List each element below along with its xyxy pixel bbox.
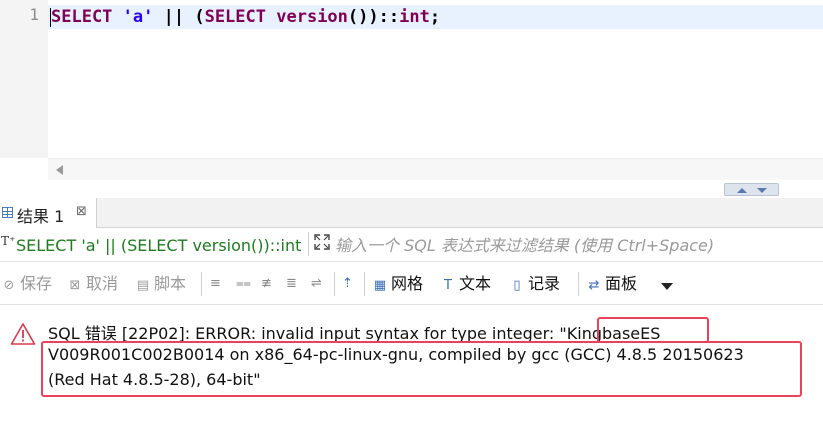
panels-button-label: 面板 [605,274,638,293]
tab-result-1-label: 结果 1 [17,207,65,226]
duplicate-row-icon[interactable]: ≣ [286,276,297,291]
expand-filter-icon[interactable] [314,234,330,250]
highlight-box-kingbase [597,317,709,343]
tab-result-1[interactable]: 结果 1 ⊠ [0,198,97,228]
maximize-restore-panel-handle[interactable] [724,183,779,196]
edit-row-icon[interactable]: ⇌ [311,276,322,291]
grid-view-button[interactable]: ▦ 网格 [373,273,423,295]
highlight-box-version [41,341,802,397]
cancel-button[interactable]: ⊠ 取消 [68,273,118,295]
line-number: 1 [29,5,39,24]
tab-close-icon[interactable]: ⊠ [76,204,87,219]
save-button-label: 保存 [20,274,53,293]
panel-icon: ⇄ [588,278,600,293]
filter-bar: T⁺ SELECT 'a' || (SELECT version())::int [0,228,823,262]
warning-icon [10,323,36,345]
code-token-op: ()):: [347,7,400,27]
code-token-kw: version [276,7,348,27]
results-toolbar: ⊘ 保存 ⊠ 取消 ▤ 脚本 ≡ ⩵ ≢ ≣ ⇌ ⇡ ▦ 网格 T 文本 ▯ 记录 ⇄ 面板 [0,263,823,305]
cancel-icon: ⊠ [69,278,81,293]
line-number-gutter: 1 [0,0,48,158]
add-row-icon[interactable]: ≡ [210,276,221,291]
toolbar-separator [334,272,335,296]
filter-separator [308,232,309,256]
script-button[interactable]: ▤ 脚本 [136,273,186,295]
script-button-label: 脚本 [154,274,187,293]
scroll-left-arrow-icon[interactable] [56,165,63,175]
delete-row-icon[interactable]: ≢ [261,276,272,291]
code-token-op: ; [429,7,441,27]
toolbar-separator [201,272,202,296]
code-token-op [266,7,276,27]
active-query-label[interactable]: SELECT 'a' || (SELECT version())::int [16,236,301,255]
record-view-label: 记录 [528,274,561,293]
code-token-kw: SELECT [204,7,266,27]
cancel-button-label: 取消 [86,274,119,293]
text-caret [50,8,51,27]
record-view-button[interactable]: ▯ 记录 [510,273,560,295]
editor-horizontal-scrollbar[interactable] [48,158,823,180]
code-token-kw: SELECT [51,7,113,27]
panels-button[interactable]: ⇄ 面板 [587,273,637,295]
record-icon: ▯ [513,278,521,293]
toolbar-separator [578,272,579,296]
toolbar-separator [364,272,365,296]
error-panel: SQL 错误 [22P02]: ERROR: invalid input syn… [0,306,823,423]
copy-row-icon[interactable]: ⩵ [236,276,251,291]
result-grid-icon [2,207,13,218]
code-token-op [112,7,122,27]
result-tab-bar: 结果 1 ⊠ [0,198,823,228]
grid-icon: ▦ [373,278,387,293]
code-token-kw: int [399,7,430,27]
save-icon: ⊘ [3,278,15,293]
panel-splitter[interactable] [0,180,823,198]
text-view-icon: T [444,278,452,293]
text-view-button[interactable]: T 文本 [441,273,491,295]
code-token-str: 'a' [122,7,154,27]
grid-view-label: 网格 [391,274,424,293]
sql-editor[interactable]: 1 SELECT 'a' || (SELECT version())::int; [0,0,823,158]
panels-dropdown-icon[interactable] [661,283,673,290]
save-button[interactable]: ⊘ 保存 [2,273,52,295]
text-filter-icon: T⁺ [1,234,16,248]
filter-expression-input[interactable] [335,232,815,258]
dbeaver-window: 1 SELECT 'a' || (SELECT version())::int;… [0,0,823,423]
export-icon[interactable]: ⇡ [342,276,353,291]
code-token-op: || ( [153,7,205,27]
text-view-label: 文本 [459,274,492,293]
sql-code-line[interactable]: SELECT 'a' || (SELECT version())::int; [51,5,440,29]
script-icon: ▤ [136,278,150,293]
